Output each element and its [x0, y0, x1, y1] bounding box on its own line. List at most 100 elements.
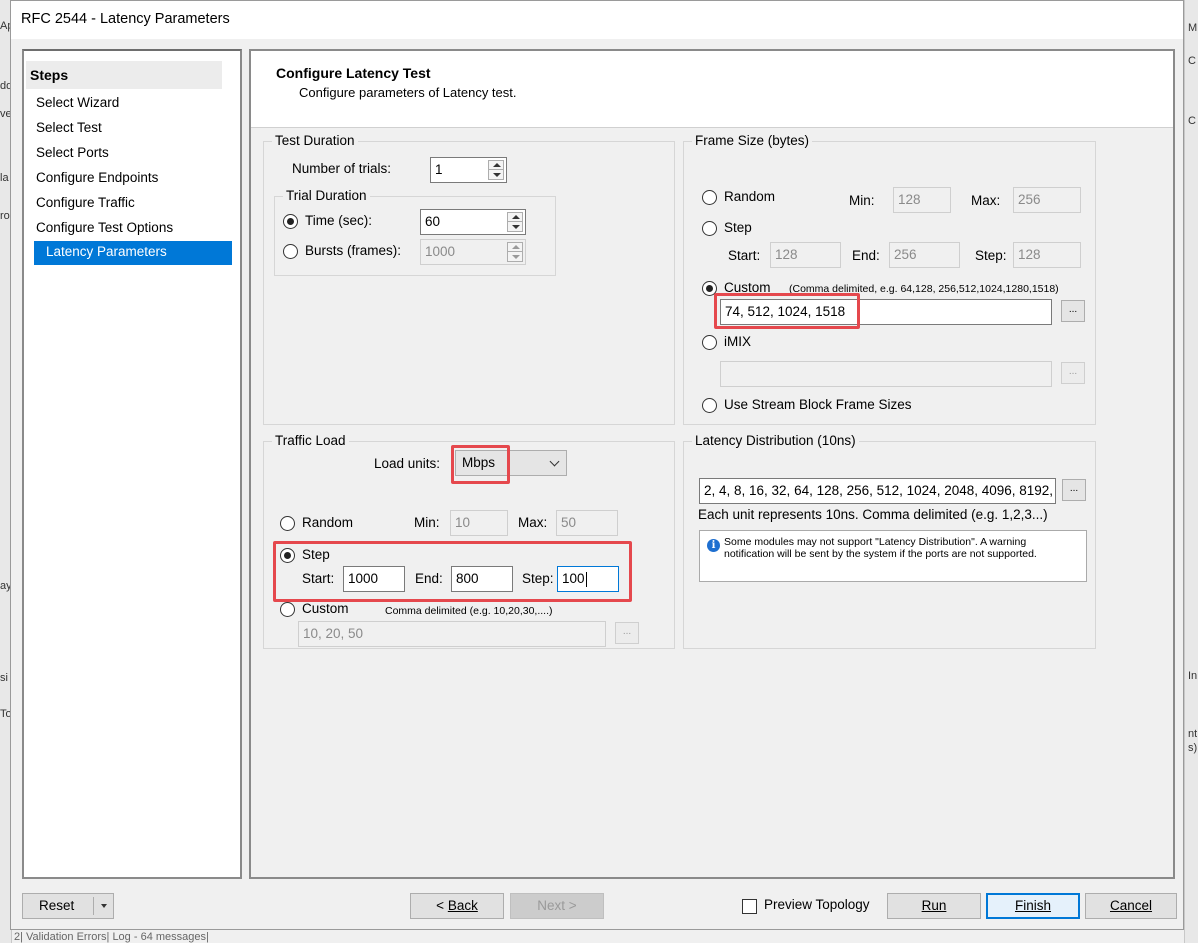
- load-min-input[interactable]: 10: [450, 510, 508, 536]
- load-max-input[interactable]: 50: [556, 510, 618, 536]
- imix-label: iMIX: [724, 334, 751, 349]
- latency-warning-box: i Some modules may not support "Latency …: [699, 530, 1087, 582]
- frame-max-label: Max:: [971, 193, 1001, 208]
- latency-warning-text: Some modules may not support "Latency Di…: [724, 536, 1037, 560]
- trials-value: 1: [435, 162, 443, 177]
- steps-panel: Steps Select Wizard Select Test Select P…: [22, 49, 242, 879]
- imix-input[interactable]: [720, 361, 1052, 387]
- frame-start-input[interactable]: 128: [770, 242, 841, 268]
- test-duration-label: Test Duration: [272, 133, 358, 148]
- finish-label: Finish: [1014, 898, 1051, 913]
- traffic-load-label: Traffic Load: [272, 433, 349, 448]
- dropdown-arrow-icon[interactable]: [101, 904, 107, 908]
- latency-distribution-hint: Each unit represents 10ns. Comma delimit…: [698, 507, 1048, 522]
- next-button[interactable]: Next >: [510, 893, 604, 919]
- bursts-radio[interactable]: [283, 244, 298, 259]
- cancel-button[interactable]: Cancel: [1085, 893, 1177, 919]
- imix-radio[interactable]: [702, 335, 717, 350]
- bg-fragment: C: [1188, 115, 1196, 127]
- bursts-stepper[interactable]: 1000: [420, 239, 526, 265]
- bg-fragment: nt: [1188, 728, 1198, 740]
- step-configure-endpoints[interactable]: Configure Endpoints: [34, 167, 222, 191]
- frame-end-input[interactable]: 256: [889, 242, 960, 268]
- frame-size-group: Frame Size (bytes) Random Min: 128 Max: …: [683, 133, 1096, 425]
- bursts-value: 1000: [425, 244, 456, 259]
- main-panel: Configure Latency Test Configure paramet…: [249, 49, 1175, 879]
- trials-label: Number of trials:: [292, 161, 392, 176]
- step-select-wizard[interactable]: Select Wizard: [34, 92, 222, 116]
- bg-fragment: M: [1188, 22, 1198, 34]
- frame-min-input[interactable]: 128: [893, 187, 951, 213]
- time-spin-buttons[interactable]: [507, 212, 523, 232]
- bg-fragment: In: [1188, 670, 1198, 682]
- time-radio[interactable]: [283, 214, 298, 229]
- step-configure-traffic[interactable]: Configure Traffic: [34, 192, 222, 216]
- frame-random-radio[interactable]: [702, 190, 717, 205]
- step-select-ports[interactable]: Select Ports: [34, 142, 222, 166]
- finish-button[interactable]: Finish: [986, 893, 1080, 919]
- reset-label: Reset: [39, 898, 75, 913]
- chevron-down-icon: [549, 456, 560, 467]
- cancel-label: Cancel: [1109, 898, 1153, 913]
- load-max-label: Max:: [518, 515, 548, 530]
- stream-block-label: Use Stream Block Frame Sizes: [724, 397, 912, 412]
- step-latency-parameters[interactable]: Latency Parameters: [34, 241, 232, 265]
- load-random-label: Random: [302, 515, 354, 530]
- bg-fragment: C: [1188, 55, 1196, 67]
- load-custom-input[interactable]: 10, 20, 50: [298, 621, 606, 647]
- run-button[interactable]: Run: [887, 893, 981, 919]
- load-custom-radio[interactable]: [280, 602, 295, 617]
- background-status-bar: 2| Validation Errors| Log - 64 messages|: [14, 931, 209, 943]
- imix-browse-button[interactable]: ...: [1061, 362, 1085, 384]
- preview-topology-checkbox[interactable]: [742, 899, 757, 914]
- load-units-highlight: [451, 445, 510, 484]
- page-subtitle: Configure parameters of Latency test.: [299, 85, 517, 100]
- back-label: Back: [447, 898, 478, 913]
- info-icon: i: [707, 539, 720, 552]
- time-value: 60: [425, 214, 441, 229]
- frame-custom-browse-button[interactable]: ...: [1061, 300, 1085, 322]
- load-custom-browse-button[interactable]: ...: [615, 622, 639, 644]
- latency-distribution-input[interactable]: 2, 4, 8, 16, 32, 64, 128, 256, 512, 1024…: [699, 478, 1056, 504]
- load-custom-label: Custom: [302, 601, 349, 616]
- latency-distribution-browse-button[interactable]: ...: [1062, 479, 1086, 501]
- trials-stepper[interactable]: 1: [430, 157, 507, 183]
- frame-end-label: End:: [852, 248, 880, 263]
- load-random-radio[interactable]: [280, 516, 295, 531]
- step-select-test[interactable]: Select Test: [34, 117, 222, 141]
- back-arrow: <: [436, 898, 448, 913]
- time-stepper[interactable]: 60: [420, 209, 526, 235]
- background-app-right: M C C In nt s): [1184, 0, 1198, 943]
- run-label: Run: [921, 898, 947, 913]
- bursts-spin-buttons[interactable]: [507, 242, 523, 262]
- page-header: Configure Latency Test Configure paramet…: [251, 51, 1173, 128]
- reset-button[interactable]: Reset: [22, 893, 114, 919]
- bg-fragment: ro: [0, 210, 10, 222]
- title-bar[interactable]: RFC 2544 - Latency Parameters: [11, 1, 1183, 39]
- back-button[interactable]: < Back: [410, 893, 504, 919]
- test-duration-group: Test Duration Number of trials: 1 Trial …: [263, 133, 675, 425]
- frame-min-label: Min:: [849, 193, 875, 208]
- frame-random-label: Random: [724, 189, 776, 204]
- trial-duration-group: Trial Duration Time (sec): 60 Bursts (fr…: [274, 188, 556, 276]
- frame-max-input[interactable]: 256: [1013, 187, 1081, 213]
- page-title: Configure Latency Test: [276, 65, 431, 81]
- trial-duration-label: Trial Duration: [283, 188, 370, 203]
- preview-topology-label: Preview Topology: [764, 897, 870, 912]
- step-configure-test-options[interactable]: Configure Test Options: [34, 217, 222, 241]
- frame-custom-highlight: [714, 293, 860, 329]
- bursts-label: Bursts (frames):: [305, 243, 402, 258]
- latency-distribution-group: Latency Distribution (10ns) 2, 4, 8, 16,…: [683, 433, 1096, 649]
- load-min-label: Min:: [414, 515, 440, 530]
- frame-step-size-input[interactable]: 128: [1013, 242, 1081, 268]
- bg-fragment: si: [0, 672, 8, 684]
- latency-distribution-label: Latency Distribution (10ns): [692, 433, 859, 448]
- steps-heading: Steps: [26, 61, 222, 89]
- frame-step-radio[interactable]: [702, 221, 717, 236]
- latency-parameters-dialog: RFC 2544 - Latency Parameters Steps Sele…: [10, 0, 1184, 930]
- frame-step-size-label: Step:: [975, 248, 1007, 263]
- frame-size-label: Frame Size (bytes): [692, 133, 813, 148]
- trials-spin-buttons[interactable]: [488, 160, 504, 180]
- stream-block-radio[interactable]: [702, 398, 717, 413]
- time-label: Time (sec):: [305, 213, 372, 228]
